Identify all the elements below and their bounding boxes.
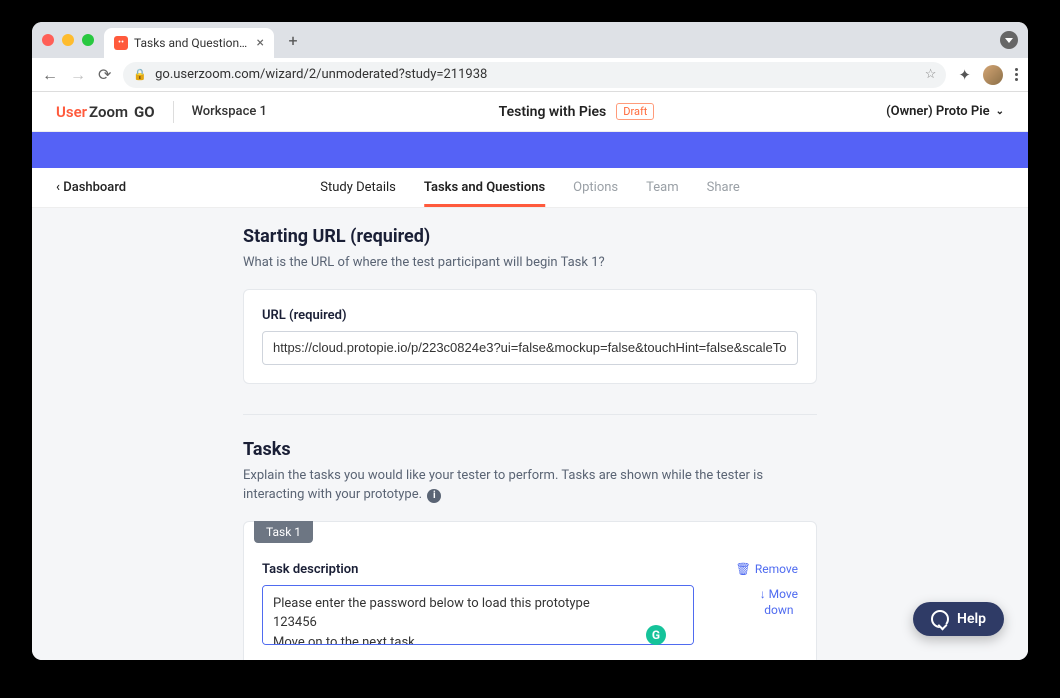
tab-favicon: ••	[114, 36, 128, 50]
help-bubble-icon	[931, 610, 949, 628]
url-text: go.userzoom.com/wizard/2/unmoderated?stu…	[155, 67, 487, 82]
info-icon[interactable]: i	[427, 489, 441, 503]
browser-menu-button[interactable]	[1015, 68, 1018, 81]
starting-url-desc: What is the URL of where the test partic…	[243, 253, 817, 273]
nav-tabs: Study Details Tasks and Questions Option…	[320, 168, 740, 207]
task-desc-label: Task description	[262, 562, 694, 577]
help-button[interactable]: Help	[913, 602, 1004, 636]
starting-url-card: URL (required)	[243, 289, 817, 384]
star-icon[interactable]: ☆	[925, 67, 937, 82]
extensions-icon[interactable]: ✦	[958, 66, 971, 84]
window-close-button[interactable]	[42, 34, 54, 46]
browser-tab[interactable]: •• Tasks and Questions - UserZo… ×	[104, 28, 274, 58]
logo-part-user: User	[56, 103, 87, 121]
trash-icon: 🗑	[736, 562, 751, 576]
forward-button[interactable]: →	[70, 65, 86, 85]
tasks-desc: Explain the tasks you would like your te…	[243, 466, 817, 505]
divider	[173, 101, 174, 123]
sub-nav: ‹ Dashboard Study Details Tasks and Ques…	[32, 168, 1028, 208]
tab-close-icon[interactable]: ×	[257, 35, 264, 51]
task-1-badge: Task 1	[254, 521, 313, 543]
main-content: Starting URL (required) What is the URL …	[32, 208, 1028, 660]
remove-task-link[interactable]: 🗑 Remove	[736, 562, 798, 576]
starting-url-title: Starting URL (required)	[243, 226, 817, 247]
tab-tasks-questions[interactable]: Tasks and Questions	[424, 168, 545, 207]
tab-study-details[interactable]: Study Details	[320, 168, 396, 207]
window-maximize-button[interactable]	[82, 34, 94, 46]
section-divider	[243, 414, 817, 415]
tab-team[interactable]: Team	[646, 168, 679, 207]
tasks-section: Tasks Explain the tasks you would like y…	[243, 439, 817, 661]
app-logo[interactable]: UserZoom GO	[56, 103, 155, 121]
tab-overflow-button[interactable]	[1000, 31, 1018, 49]
starting-url-section: Starting URL (required) What is the URL …	[243, 226, 817, 384]
starting-url-input[interactable]	[262, 331, 798, 365]
browser-toolbar: ← → ⟳ 🔒 go.userzoom.com/wizard/2/unmoder…	[32, 58, 1028, 92]
logo-part-go: GO	[134, 103, 155, 121]
study-title-area: Testing with Pies Draft	[267, 103, 886, 120]
browser-window: •• Tasks and Questions - UserZo… × + ← →…	[32, 22, 1028, 660]
owner-label: (Owner) Proto Pie	[886, 104, 990, 119]
arrow-down-icon: ↓	[760, 587, 766, 601]
help-label: Help	[957, 611, 986, 627]
move-down-link[interactable]: ↓ Move down	[760, 586, 798, 620]
back-to-dashboard-link[interactable]: ‹ Dashboard	[56, 180, 126, 195]
reload-button[interactable]: ⟳	[98, 65, 111, 84]
browser-tab-strip: •• Tasks and Questions - UserZo… × +	[32, 22, 1028, 58]
tab-title: Tasks and Questions - UserZo…	[134, 36, 251, 50]
window-controls	[42, 34, 94, 46]
grammarly-icon[interactable]: G	[646, 625, 666, 645]
draft-badge: Draft	[616, 103, 654, 120]
task-description-input[interactable]	[262, 585, 694, 645]
workspace-label[interactable]: Workspace 1	[192, 104, 267, 119]
tab-options[interactable]: Options	[573, 168, 618, 207]
study-title: Testing with Pies	[499, 104, 607, 120]
tasks-title: Tasks	[243, 439, 817, 460]
app-header: UserZoom GO Workspace 1 Testing with Pie…	[32, 92, 1028, 132]
back-button[interactable]: ←	[42, 65, 58, 85]
chevron-down-icon: ⌄	[996, 106, 1004, 117]
url-field-label: URL (required)	[262, 308, 798, 323]
new-tab-button[interactable]: +	[280, 27, 306, 53]
task-1-card: Task 1 Task description G Start task on …	[243, 521, 817, 661]
owner-dropdown[interactable]: (Owner) Proto Pie ⌄	[886, 104, 1004, 119]
address-bar[interactable]: 🔒 go.userzoom.com/wizard/2/unmoderated?s…	[123, 62, 946, 88]
profile-avatar[interactable]	[983, 65, 1003, 85]
progress-bar	[32, 132, 1028, 168]
lock-icon: 🔒	[133, 68, 147, 81]
logo-part-zoom: Zoom	[89, 103, 128, 121]
tab-share[interactable]: Share	[707, 168, 740, 207]
app-viewport: UserZoom GO Workspace 1 Testing with Pie…	[32, 92, 1028, 660]
window-minimize-button[interactable]	[62, 34, 74, 46]
